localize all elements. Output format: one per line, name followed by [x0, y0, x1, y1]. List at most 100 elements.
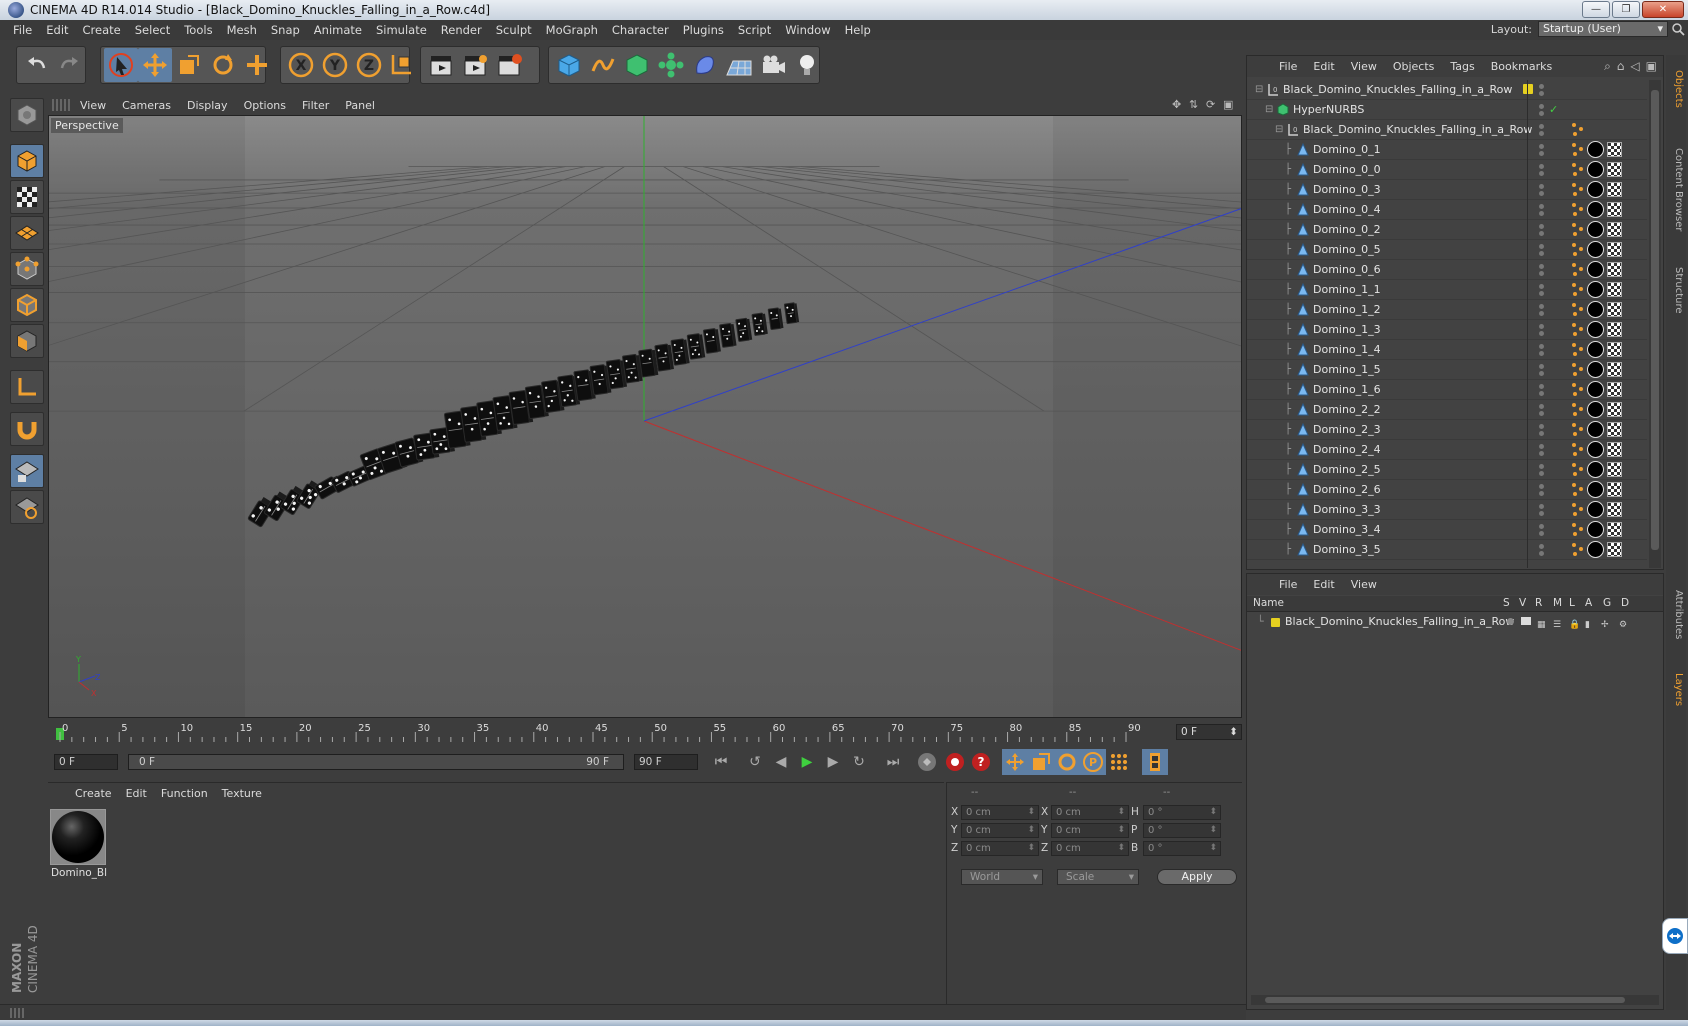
object-row[interactable]: ├ Domino_2_2 [1247, 400, 1647, 420]
object-row[interactable]: ├ Domino_1_2 [1247, 300, 1647, 320]
visibility-dots[interactable] [1535, 540, 1555, 559]
uvw-tag-icon[interactable] [1607, 462, 1622, 477]
go-to-start-button[interactable]: ⏮ [708, 749, 734, 775]
uvw-tag-icon[interactable] [1607, 502, 1622, 517]
live-selection-button[interactable] [104, 48, 138, 82]
add-camera-button[interactable] [756, 48, 790, 82]
menu-plugins[interactable]: Plugins [676, 23, 731, 37]
editor-visibility-dot[interactable] [1539, 484, 1544, 489]
coord-field-size[interactable]: 0 cm ⬍ [1051, 841, 1129, 856]
play-button[interactable]: ▶ [794, 749, 820, 775]
visibility-dots[interactable] [1535, 320, 1555, 339]
material-tag-icon[interactable] [1587, 161, 1604, 178]
object-menu-bookmarks[interactable]: Bookmarks [1483, 60, 1560, 73]
tree-toggle-icon[interactable]: ⊟ [1255, 80, 1263, 99]
phong-tag-icon[interactable] [1571, 522, 1585, 537]
layer-col-name[interactable]: Name [1253, 597, 1284, 609]
object-row[interactable]: ⊟ 0 Black_Domino_Knuckles_Falling_in_a_Row [1247, 80, 1647, 100]
render-visibility-dot[interactable] [1539, 91, 1544, 96]
viewport-camera-label[interactable]: Perspective [51, 118, 123, 133]
polygons-mode-button[interactable] [10, 324, 44, 358]
orbit-icon[interactable]: ⟳ [1206, 98, 1219, 111]
material-tag-icon[interactable] [1587, 401, 1604, 418]
uvw-tag-icon[interactable] [1607, 202, 1622, 217]
editor-visibility-dot[interactable] [1539, 244, 1544, 249]
add-nurbs-button[interactable] [620, 48, 654, 82]
add-light-button[interactable] [790, 48, 824, 82]
uvw-tag-icon[interactable] [1607, 342, 1622, 357]
layer-color-swatch[interactable] [1271, 618, 1280, 627]
phong-tag-icon[interactable] [1571, 362, 1585, 377]
menu-mograph[interactable]: MoGraph [539, 23, 605, 37]
visibility-dots[interactable] [1535, 500, 1555, 519]
uvw-tag-icon[interactable] [1607, 362, 1622, 377]
editor-visibility-dot[interactable] [1539, 224, 1544, 229]
viewport-menu-view[interactable]: View [72, 99, 114, 112]
material-menu-function[interactable]: Function [154, 787, 215, 800]
phong-tag-icon[interactable] [1571, 442, 1585, 457]
generators-toggle-icon[interactable]: ✢ [1601, 616, 1609, 634]
material-menu-texture[interactable]: Texture [215, 787, 269, 800]
object-row[interactable]: ⊟ HyperNURBS ✓ [1247, 100, 1647, 120]
points-mode-button[interactable] [10, 252, 44, 286]
phong-tag-icon[interactable] [1571, 222, 1585, 237]
tab-structure[interactable]: Structure [1668, 255, 1684, 325]
render-visibility-dot[interactable] [1539, 411, 1544, 416]
go-to-end-button[interactable]: ⏭ [880, 749, 906, 775]
render-visibility-dot[interactable] [1539, 291, 1544, 296]
phong-tag-icon[interactable] [1571, 302, 1585, 317]
coord-field-rotation[interactable]: 0 ° ⬍ [1143, 805, 1221, 820]
tab-attributes[interactable]: Attributes [1668, 575, 1684, 655]
search-icon[interactable]: ⌕ [1604, 59, 1611, 74]
render-visibility-dot[interactable] [1539, 271, 1544, 276]
layer-color-swatch[interactable] [1523, 84, 1533, 94]
visibility-dots[interactable] [1535, 480, 1555, 499]
phong-tag-icon[interactable] [1571, 422, 1585, 437]
render-picture-viewer-button[interactable] [458, 48, 492, 82]
visibility-dots[interactable] [1535, 160, 1555, 179]
visibility-dots[interactable] [1535, 140, 1555, 159]
menu-window[interactable]: Window [778, 23, 837, 37]
visibility-dots[interactable] [1535, 440, 1555, 459]
phong-tag-icon[interactable] [1571, 182, 1585, 197]
menu-file[interactable]: File [6, 23, 39, 37]
uvw-tag-icon[interactable] [1607, 142, 1622, 157]
viewport-menu-display[interactable]: Display [179, 99, 236, 112]
record-scale-button[interactable] [1028, 749, 1054, 775]
object-row[interactable]: ├ Domino_2_3 [1247, 420, 1647, 440]
render-settings-button[interactable] [492, 48, 526, 82]
object-row[interactable]: ├ Domino_0_3 [1247, 180, 1647, 200]
visibility-dots[interactable] [1523, 80, 1555, 99]
add-cube-button[interactable] [552, 48, 586, 82]
editor-visibility-dot[interactable] [1539, 164, 1544, 169]
layer-col-r[interactable]: R [1535, 597, 1542, 609]
deformers-toggle-icon[interactable]: ⚙ [1619, 616, 1627, 634]
dolly-icon[interactable]: ⇅ [1189, 98, 1202, 111]
coord-field-size[interactable]: 0 cm ⬍ [1051, 805, 1129, 820]
object-row[interactable]: ├ Domino_3_5 [1247, 540, 1647, 560]
uvw-tag-icon[interactable] [1607, 282, 1622, 297]
object-row[interactable]: ├ Domino_0_0 [1247, 160, 1647, 180]
move-tool-button[interactable] [138, 48, 172, 82]
axis-mode-button[interactable] [10, 370, 44, 404]
tree-toggle-icon[interactable]: ⊟ [1275, 120, 1283, 139]
render-visibility-dot[interactable] [1539, 191, 1544, 196]
object-menu-edit[interactable]: Edit [1305, 60, 1342, 73]
render-visibility-dot[interactable] [1539, 151, 1544, 156]
uvw-tag-icon[interactable] [1607, 182, 1622, 197]
scrollbar-thumb[interactable] [1265, 997, 1625, 1003]
maximize-button[interactable]: ❐ [1612, 1, 1640, 18]
material-tag-icon[interactable] [1587, 181, 1604, 198]
visibility-dots[interactable] [1535, 420, 1555, 439]
object-row[interactable]: ├ Domino_1_1 [1247, 280, 1647, 300]
render-visibility-dot[interactable] [1539, 511, 1544, 516]
keyframe-selection-button[interactable]: ? [968, 749, 994, 775]
editor-visibility-dot[interactable] [1539, 404, 1544, 409]
phong-tag-icon[interactable] [1571, 162, 1585, 177]
tree-toggle-icon[interactable]: ⊟ [1265, 100, 1273, 119]
uvw-tag-icon[interactable] [1607, 322, 1622, 337]
scale-dropdown[interactable]: Scale ▾ [1057, 869, 1139, 885]
viewport-menu-cameras[interactable]: Cameras [114, 99, 179, 112]
previous-frame-button[interactable]: ◀ [768, 749, 794, 775]
menu-script[interactable]: Script [731, 23, 778, 37]
